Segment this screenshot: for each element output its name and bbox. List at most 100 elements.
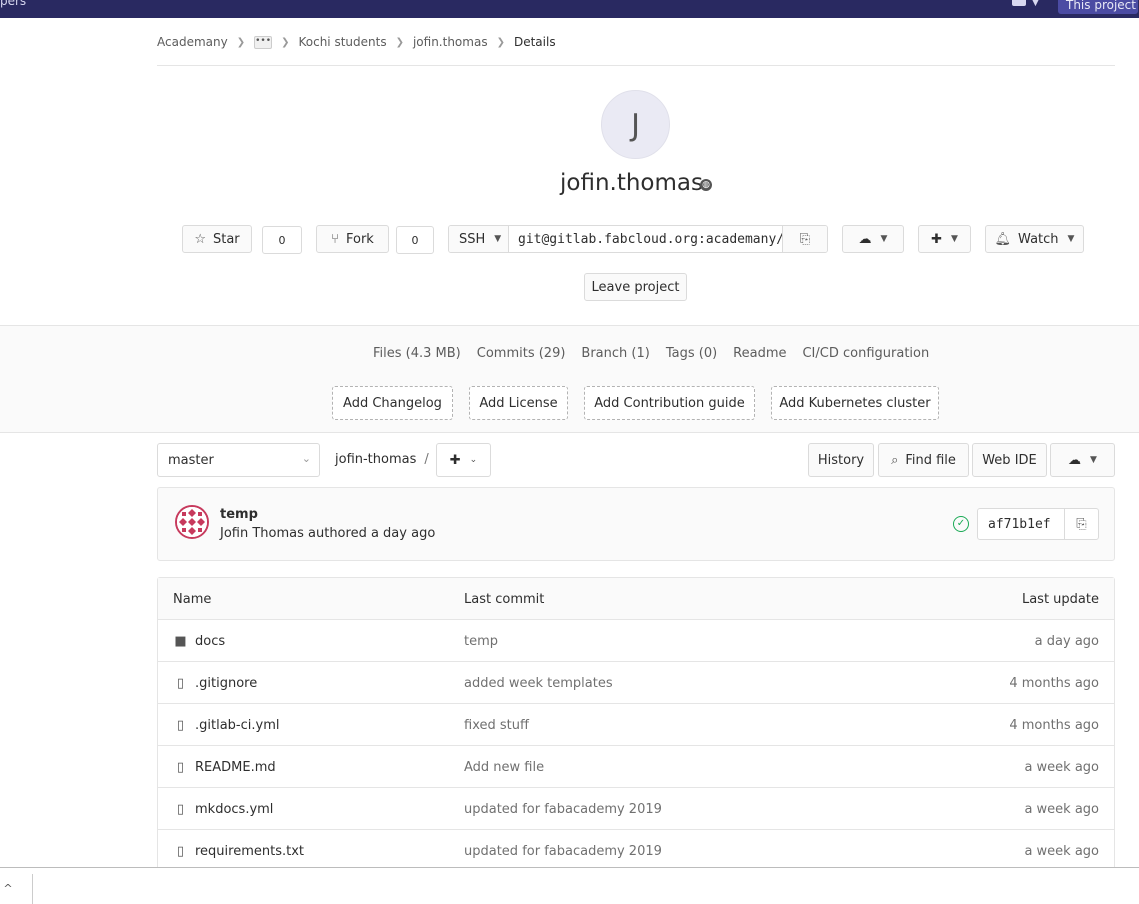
divider [157, 65, 1115, 66]
file-icon: ▯ [176, 844, 185, 859]
project-stats: Files (4.3 MB) Commits (29) Branch (1) T… [373, 346, 929, 361]
file-last-update: a week ago [1024, 802, 1099, 817]
file-last-commit[interactable]: temp [464, 634, 498, 649]
stat-branch[interactable]: Branch (1) [581, 346, 649, 361]
table-row[interactable]: ▯ .gitlab-ci.yml fixed stuff 4 months ago [158, 704, 1114, 746]
chevron-up-icon[interactable]: ^ [0, 882, 16, 895]
file-last-commit[interactable]: updated for fabacademy 2019 [464, 844, 662, 859]
file-last-update: a week ago [1024, 760, 1099, 775]
file-name[interactable]: .gitlab-ci.yml [195, 718, 279, 733]
file-name[interactable]: README.md [195, 760, 276, 775]
header-last-update: Last update [1021, 592, 1099, 607]
watch-label: Watch [1018, 231, 1059, 247]
table-row[interactable]: ▯ mkdocs.yml updated for fabacademy 2019 … [158, 788, 1114, 830]
fork-count[interactable]: 0 [396, 226, 434, 254]
file-last-update: 4 months ago [1009, 676, 1099, 691]
bottom-bar: ^ [0, 867, 1139, 904]
chevron-right-icon: ❯ [395, 36, 404, 48]
commit-title[interactable]: temp [220, 507, 258, 522]
navbar-left-text[interactable]: pers [0, 0, 26, 8]
divider [32, 874, 33, 904]
repo-path: jofin-thomas / [335, 452, 429, 467]
breadcrumb-kochi-students[interactable]: Kochi students [298, 35, 386, 49]
divider [0, 432, 1139, 433]
find-file-button[interactable]: ⌕ Find file [878, 443, 969, 477]
file-tree-table: Name Last commit Last update ■ docs temp … [157, 577, 1115, 872]
chevron-down-icon: ⌄ [469, 455, 478, 465]
add-changelog-button[interactable]: Add Changelog [332, 386, 453, 420]
download-icon: ☁ [858, 231, 872, 247]
file-last-commit[interactable]: fixed stuff [464, 718, 529, 733]
chevron-down-icon: ▼ [494, 234, 502, 244]
folder-icon: ■ [174, 634, 187, 649]
chevron-down-icon: ▼ [1090, 455, 1097, 465]
star-icon: ☆ [194, 231, 206, 247]
file-name[interactable]: docs [195, 634, 225, 649]
breadcrumb-project[interactable]: jofin.thomas [413, 35, 488, 49]
public-visibility-icon: ◍ [700, 179, 712, 191]
stat-cicd[interactable]: CI/CD configuration [802, 346, 929, 361]
table-row[interactable]: ▯ .gitignore added week templates 4 month… [158, 662, 1114, 704]
copy-sha-button[interactable]: ⎘ [1064, 509, 1098, 539]
stat-readme[interactable]: Readme [733, 346, 786, 361]
add-kubernetes-cluster-button[interactable]: Add Kubernetes cluster [771, 386, 939, 420]
star-button[interactable]: ☆ Star [182, 225, 252, 253]
add-to-tree-dropdown[interactable]: ✚ ⌄ [436, 443, 491, 477]
commit-sha-group: af71b1ef ⎘ [977, 508, 1099, 540]
stat-files[interactable]: Files (4.3 MB) [373, 346, 461, 361]
table-row[interactable]: ▯ requirements.txt updated for fabacademy… [158, 830, 1114, 872]
new-item-dropdown[interactable]: ✚ ▼ [918, 225, 971, 253]
branch-select[interactable]: master ⌄ [157, 443, 320, 477]
file-last-update: a week ago [1024, 844, 1099, 859]
project-title: jofin.thomas [560, 170, 703, 196]
clone-protocol-dropdown[interactable]: SSH ▼ [449, 226, 509, 252]
file-name[interactable]: .gitignore [195, 676, 257, 691]
chevron-right-icon: ❯ [496, 36, 505, 48]
stat-tags[interactable]: Tags (0) [666, 346, 717, 361]
star-count[interactable]: 0 [262, 226, 302, 254]
plus-icon: ✚ [449, 452, 461, 468]
file-name[interactable]: mkdocs.yml [195, 802, 273, 817]
chevron-down-icon: ⌄ [301, 452, 311, 465]
history-button[interactable]: History [808, 443, 874, 477]
bell-icon: 🔔︎ [994, 231, 1012, 247]
table-row[interactable]: ■ docs temp a day ago [158, 620, 1114, 662]
commit-sha[interactable]: af71b1ef [978, 509, 1064, 539]
file-icon: ▯ [176, 802, 185, 817]
file-last-commit[interactable]: added week templates [464, 676, 613, 691]
breadcrumb-expand-button[interactable]: ••• [254, 35, 273, 49]
watch-button[interactable]: 🔔︎ Watch ▼ [985, 225, 1084, 253]
clone-url-input[interactable]: git@gitlab.fabcloud.org:academany/fabaca… [509, 226, 782, 252]
stat-commits[interactable]: Commits (29) [477, 346, 566, 361]
clipboard-icon: ⎘ [1076, 516, 1087, 532]
user-menu-icon[interactable] [1012, 0, 1026, 6]
breadcrumb: Academany ❯ ••• ❯ Kochi students ❯ jofin… [157, 34, 556, 50]
author-avatar[interactable] [175, 505, 209, 539]
star-label: Star [212, 231, 240, 247]
web-ide-button[interactable]: Web IDE [972, 443, 1047, 477]
file-last-update: a day ago [1034, 634, 1099, 649]
file-name[interactable]: requirements.txt [195, 844, 304, 859]
add-license-button[interactable]: Add License [469, 386, 568, 420]
commit-author-line: Jofin Thomas authored a day ago [220, 526, 436, 541]
download-dropdown[interactable]: ☁ ▼ [842, 225, 904, 253]
header-last-commit: Last commit [464, 592, 545, 607]
repo-path-root[interactable]: jofin-thomas [335, 452, 416, 467]
copy-url-button[interactable]: ⎘ [782, 226, 827, 252]
file-last-commit[interactable]: updated for fabacademy 2019 [464, 802, 662, 817]
top-navbar: pers ▼ This project [0, 0, 1139, 18]
download-source-dropdown[interactable]: ☁ ▼ [1050, 443, 1115, 477]
file-last-commit[interactable]: Add new file [464, 760, 544, 775]
fork-button[interactable]: ⑂ Fork [316, 225, 389, 253]
table-row[interactable]: ▯ README.md Add new file a week ago [158, 746, 1114, 788]
pipeline-passed-icon[interactable]: ✓ [953, 516, 969, 532]
plus-icon: ✚ [931, 231, 942, 247]
search-icon: ⌕ [891, 452, 899, 468]
breadcrumb-details[interactable]: Details [514, 35, 556, 49]
breadcrumb-academany[interactable]: Academany [157, 35, 228, 49]
chevron-down-icon[interactable]: ▼ [1032, 0, 1039, 8]
clone-protocol-label: SSH [459, 231, 486, 247]
add-contribution-guide-button[interactable]: Add Contribution guide [584, 386, 755, 420]
search-scope-button[interactable]: This project [1058, 0, 1138, 14]
leave-project-button[interactable]: Leave project [584, 273, 687, 301]
